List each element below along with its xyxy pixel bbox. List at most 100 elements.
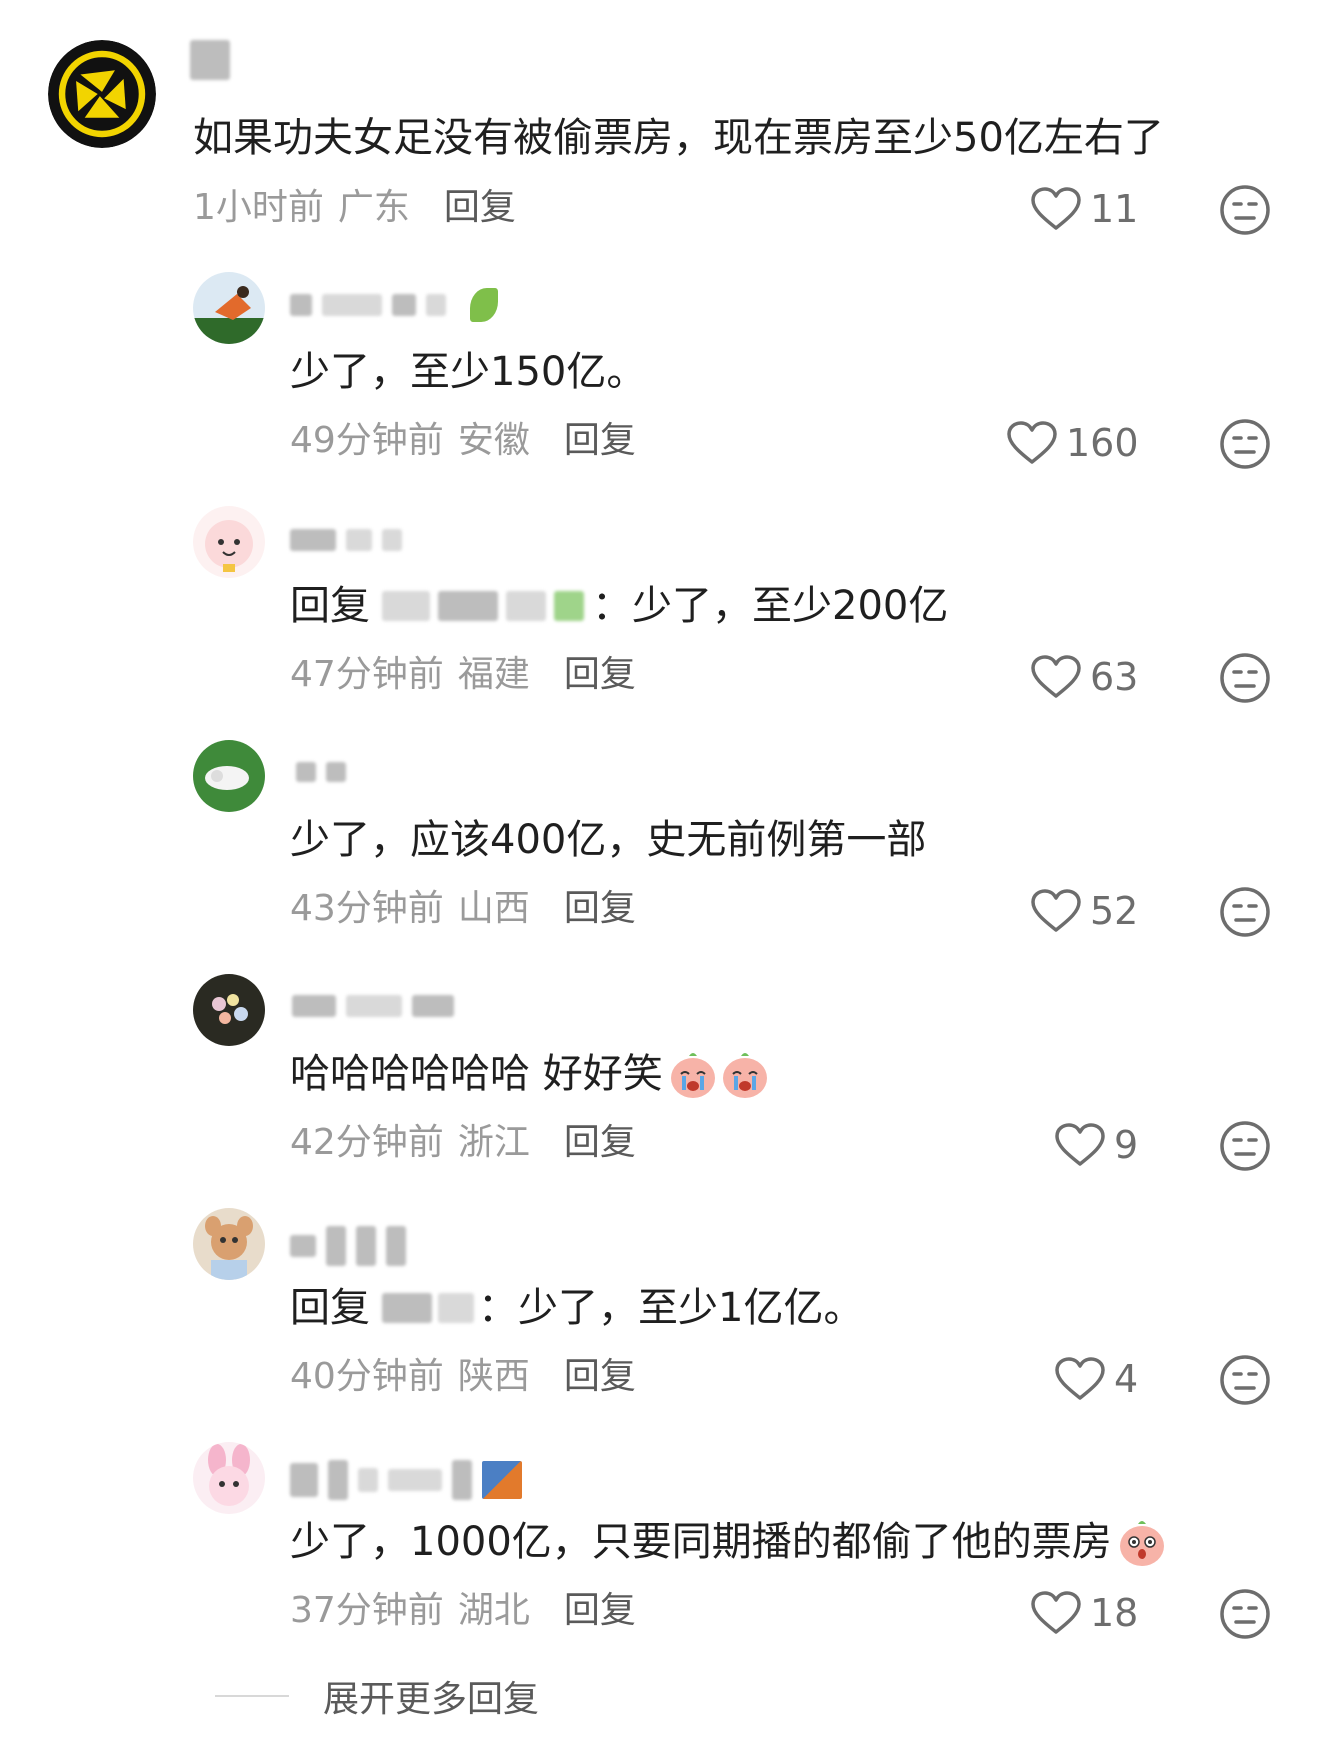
badge-image-icon (482, 1461, 522, 1499)
avatar[interactable] (48, 40, 156, 148)
dislike-face-icon[interactable] (1218, 183, 1272, 237)
like-button[interactable]: 52 (1030, 886, 1138, 936)
comment-text: 少了，1000亿，只要同期播的都偷了他的票房 (290, 1519, 1112, 1565)
reply-button[interactable]: 回复 (564, 886, 636, 932)
comment-body: 少了，1000亿，只要同期播的都偷了他的票房 (290, 1516, 1168, 1568)
like-count: 9 (1114, 1123, 1139, 1167)
location: 湖北 (457, 1590, 530, 1631)
comment-meta: 43分钟前 山西 回复 (290, 886, 636, 932)
location: 广东 (337, 187, 410, 228)
username-redacted[interactable] (290, 1226, 406, 1266)
avatar[interactable] (193, 1208, 265, 1280)
comment-body: 哈哈哈哈哈哈 好好笑 (290, 1048, 771, 1100)
dislike-face-icon[interactable] (1218, 1587, 1272, 1641)
heart-icon (1031, 889, 1081, 932)
avatar-photo-icon (193, 740, 265, 812)
reply-button[interactable]: 回复 (564, 1588, 636, 1634)
comment-meta: 42分钟前 浙江 回复 (290, 1120, 636, 1166)
shocked-peach-emoji (1119, 1521, 1164, 1566)
comment-body: 如果功夫女足没有被偷票房，现在票房至少50亿左右了 (193, 115, 1164, 161)
like-button[interactable]: 18 (1030, 1588, 1138, 1638)
avatar[interactable] (193, 740, 265, 812)
location: 福建 (457, 654, 530, 695)
avatar[interactable] (193, 272, 265, 344)
heart-icon (1007, 421, 1057, 464)
like-button[interactable]: 9 (1054, 1120, 1138, 1170)
comment-body: 回复 ：少了，至少1亿亿。 (290, 1282, 863, 1334)
avatar-bunny-icon (193, 1442, 265, 1514)
comment-body: 回复 ：少了，至少200亿 (290, 580, 948, 632)
like-count: 18 (1090, 1591, 1139, 1635)
comment-meta: 47分钟前 福建 回复 (290, 652, 636, 698)
location: 浙江 (457, 1122, 530, 1163)
leaf-badge-icon (470, 288, 498, 322)
expand-more-replies[interactable]: 展开更多回复 (215, 1670, 539, 1722)
avatar-photo-icon (193, 272, 265, 344)
comment-meta: 1小时前 广东 回复 (193, 185, 516, 231)
timestamp: 42分钟前 (290, 1122, 444, 1163)
like-button[interactable]: 4 (1054, 1354, 1138, 1404)
crying-peach-emoji (722, 1053, 767, 1098)
crying-peach-emoji (670, 1053, 715, 1098)
avatar[interactable] (193, 1442, 265, 1514)
comment-body: 少了，至少150亿。 (290, 349, 647, 395)
dislike-face-icon[interactable] (1218, 885, 1272, 939)
dislike-face-icon[interactable] (1218, 417, 1272, 471)
heart-icon (1055, 1123, 1105, 1166)
comment-body: 少了，应该400亿，史无前例第一部 (290, 817, 927, 863)
location: 陕西 (457, 1356, 530, 1397)
reply-button[interactable]: 回复 (564, 652, 636, 698)
avatar-cartoon-icon (193, 506, 265, 578)
timestamp: 43分钟前 (290, 888, 444, 929)
avatar-toy-icon (193, 1208, 265, 1280)
like-count: 4 (1114, 1357, 1139, 1401)
dislike-face-icon[interactable] (1218, 1119, 1272, 1173)
timestamp: 40分钟前 (290, 1356, 444, 1397)
heart-icon (1031, 187, 1081, 230)
reply-text: ：少了，至少1亿亿。 (478, 1285, 864, 1331)
reply-text: ：少了，至少200亿 (592, 583, 949, 629)
heart-icon (1031, 655, 1081, 698)
comment-meta: 37分钟前 湖北 回复 (290, 1588, 636, 1634)
username-redacted[interactable] (190, 40, 230, 80)
username-redacted[interactable] (290, 285, 498, 325)
location: 安徽 (457, 420, 530, 461)
reply-button[interactable]: 回复 (444, 185, 516, 231)
username-redacted[interactable] (292, 986, 454, 1026)
aperture-logo-icon (48, 40, 156, 148)
expand-label: 展开更多回复 (323, 1679, 540, 1720)
dislike-face-icon[interactable] (1218, 651, 1272, 705)
timestamp: 49分钟前 (290, 420, 444, 461)
reply-prefix: 回复 (290, 583, 370, 629)
comment-meta: 49分钟前 安徽 回复 (290, 418, 636, 464)
location: 山西 (457, 888, 530, 929)
avatar-flowers-icon (193, 974, 265, 1046)
reply-button[interactable]: 回复 (564, 1120, 636, 1166)
mention-redacted[interactable] (382, 1293, 474, 1323)
username-redacted[interactable] (290, 1460, 522, 1500)
avatar[interactable] (193, 506, 265, 578)
like-count: 11 (1090, 187, 1139, 231)
reply-button[interactable]: 回复 (564, 1354, 636, 1400)
reply-button[interactable]: 回复 (564, 418, 636, 464)
divider-line (215, 1695, 289, 1697)
like-count: 52 (1090, 889, 1139, 933)
comment-meta: 40分钟前 陕西 回复 (290, 1354, 636, 1400)
heart-icon (1055, 1357, 1105, 1400)
timestamp: 37分钟前 (290, 1590, 444, 1631)
heart-icon (1031, 1591, 1081, 1634)
reply-prefix: 回复 (290, 1285, 370, 1331)
like-button[interactable]: 160 (1006, 418, 1139, 468)
dislike-face-icon[interactable] (1218, 1353, 1272, 1407)
username-redacted[interactable] (290, 520, 402, 560)
username-redacted[interactable] (296, 752, 346, 792)
like-button[interactable]: 11 (1030, 184, 1138, 234)
timestamp: 47分钟前 (290, 654, 444, 695)
like-count: 160 (1066, 421, 1139, 465)
mention-redacted[interactable] (382, 591, 584, 621)
timestamp: 1小时前 (193, 187, 324, 228)
like-count: 63 (1090, 655, 1139, 699)
like-button[interactable]: 63 (1030, 652, 1138, 702)
avatar[interactable] (193, 974, 265, 1046)
comment-text: 哈哈哈哈哈哈 好好笑 (290, 1051, 663, 1097)
